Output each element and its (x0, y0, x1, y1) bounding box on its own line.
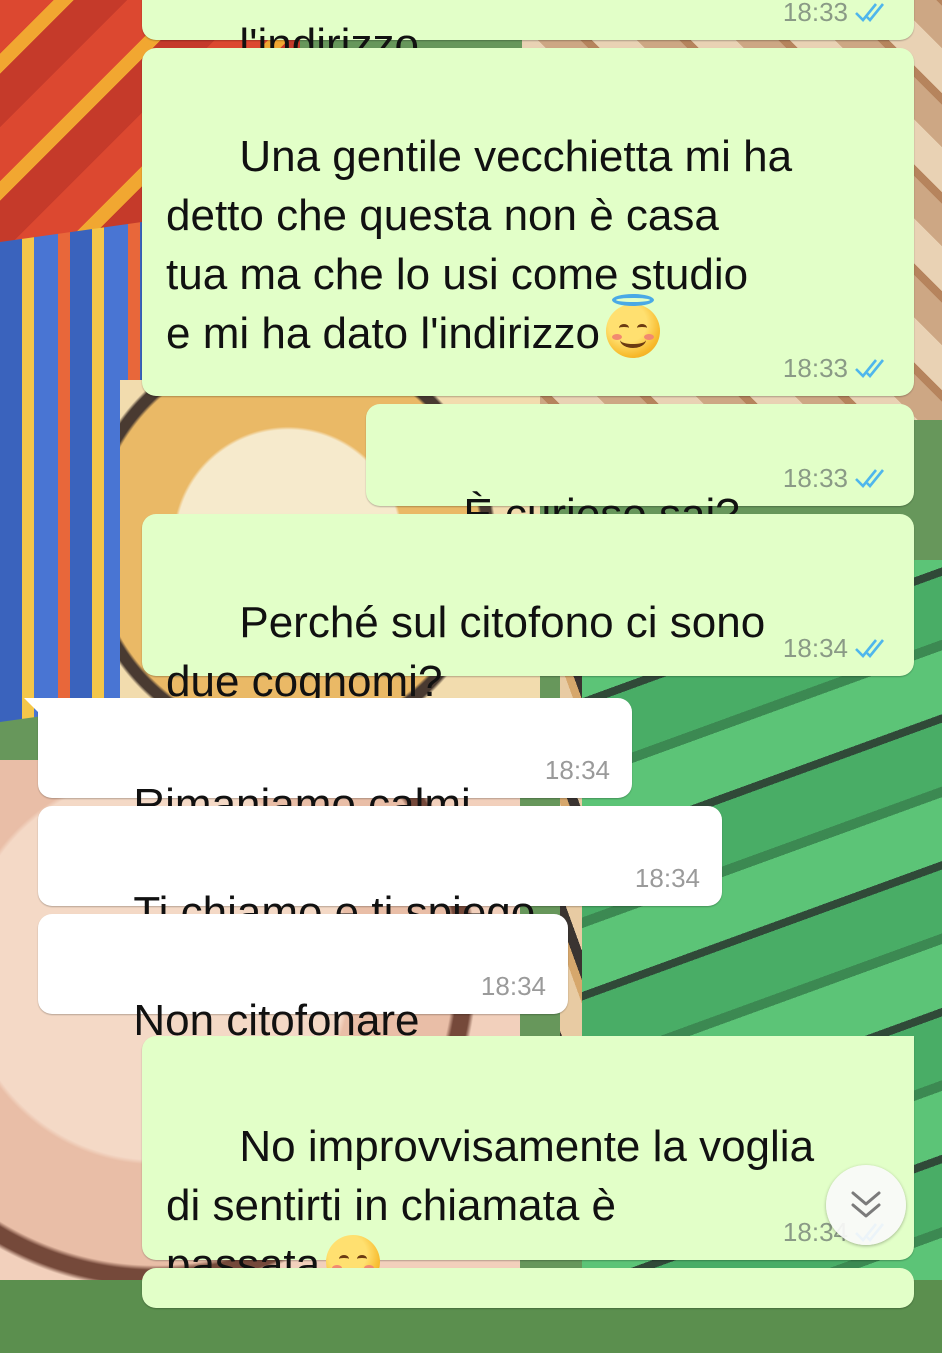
message-list[interactable]: l'indirizzo 18:33 Una gentile vecchietta… (0, 0, 942, 1308)
message-incoming[interactable]: Ti chiamo e ti spiego 18:34 (38, 806, 722, 937)
message-incoming[interactable]: Non citofonare 18:34 (38, 914, 568, 1045)
message-time: 18:33 (782, 353, 848, 383)
message-text: Una gentile vecchietta mi ha detto che q… (166, 132, 793, 358)
message-outgoing[interactable]: È curioso sai? 18:33 (366, 404, 914, 539)
message-time: 18:34 (544, 755, 610, 785)
message-time: 18:34 (634, 863, 700, 893)
message-outgoing[interactable]: Perché sul citofono ci sono due cognomi?… (142, 514, 914, 706)
read-ticks-icon (855, 359, 885, 378)
message-time: 18:33 (782, 0, 848, 27)
double-chevron-down-icon (851, 1191, 881, 1218)
read-ticks-icon (855, 469, 885, 488)
message-time: 18:34 (782, 633, 848, 663)
message-incoming[interactable]: Rimaniamo calmi 18:34 (24, 698, 632, 829)
message-text: Perché sul citofono ci sono due cognomi? (166, 598, 766, 706)
message-time: 18:34 (480, 971, 546, 1001)
message-outgoing-partial[interactable] (142, 1268, 914, 1308)
message-text: No improvvisamente la voglia di sentirti… (166, 1122, 815, 1289)
message-outgoing[interactable]: l'indirizzo 18:33 (142, 0, 914, 128)
smiling-face-with-halo-icon (605, 294, 660, 358)
scroll-to-bottom-button[interactable] (826, 1165, 906, 1245)
message-time: 18:33 (782, 463, 848, 493)
bubble-tail (24, 698, 42, 716)
message-outgoing[interactable]: No improvvisamente la voglia di sentirti… (142, 1036, 914, 1289)
read-ticks-icon (855, 3, 885, 22)
message-outgoing[interactable]: Una gentile vecchietta mi ha detto che q… (142, 48, 914, 396)
read-ticks-icon (855, 639, 885, 658)
